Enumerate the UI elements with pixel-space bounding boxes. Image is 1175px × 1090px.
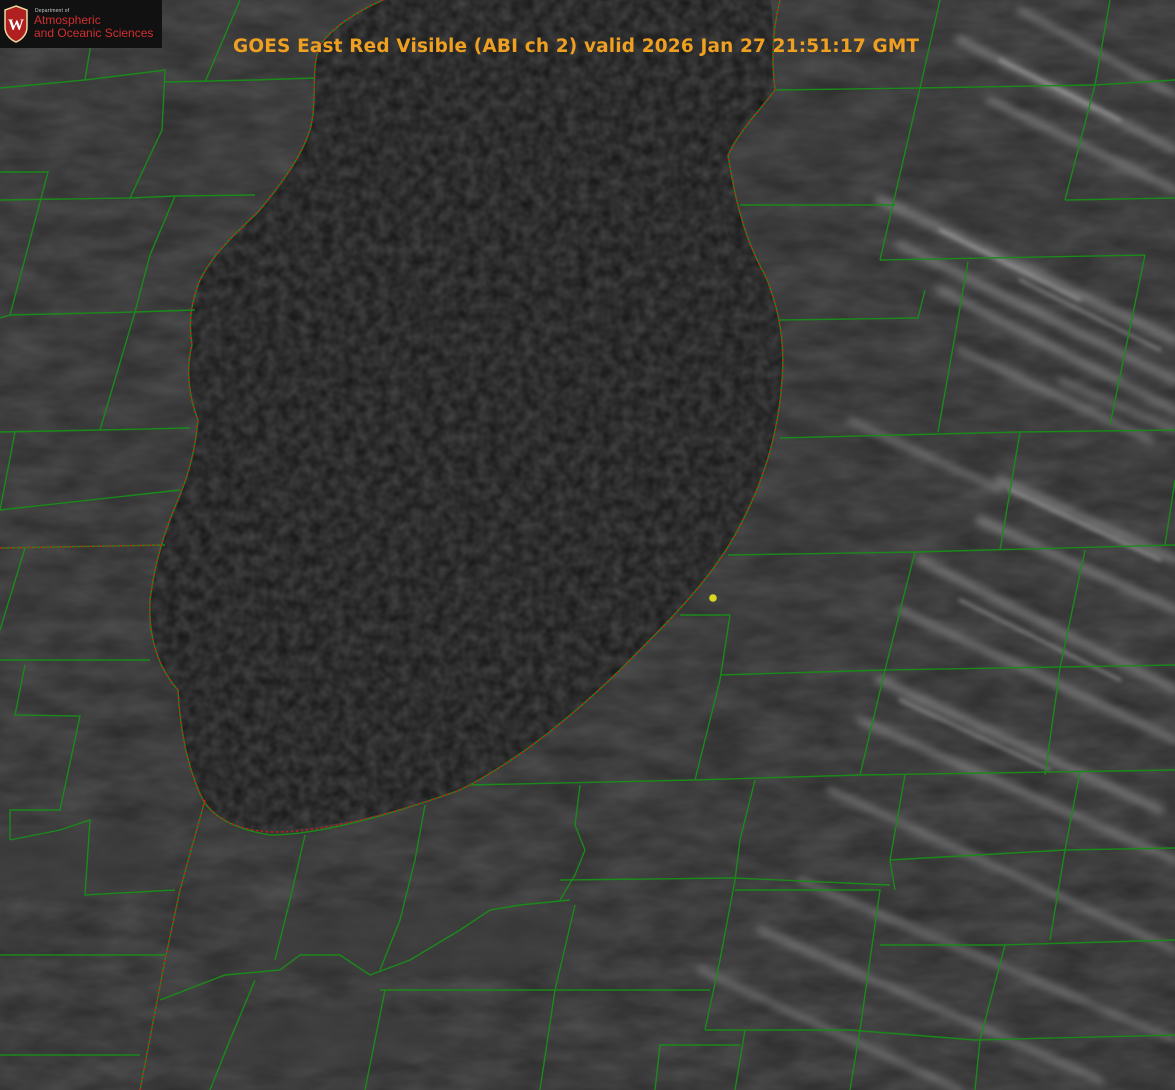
satellite-map — [0, 0, 1175, 1090]
university-logo: W Department of Atmospheric and Oceanic … — [0, 0, 162, 48]
location-dot-icon — [709, 594, 717, 602]
logo-line-2: and Oceanic Sciences — [34, 26, 154, 40]
svg-text:W: W — [8, 17, 24, 34]
university-crest-icon: W — [4, 5, 28, 43]
image-title: GOES East Red Visible (ABI ch 2) valid 2… — [233, 36, 920, 57]
